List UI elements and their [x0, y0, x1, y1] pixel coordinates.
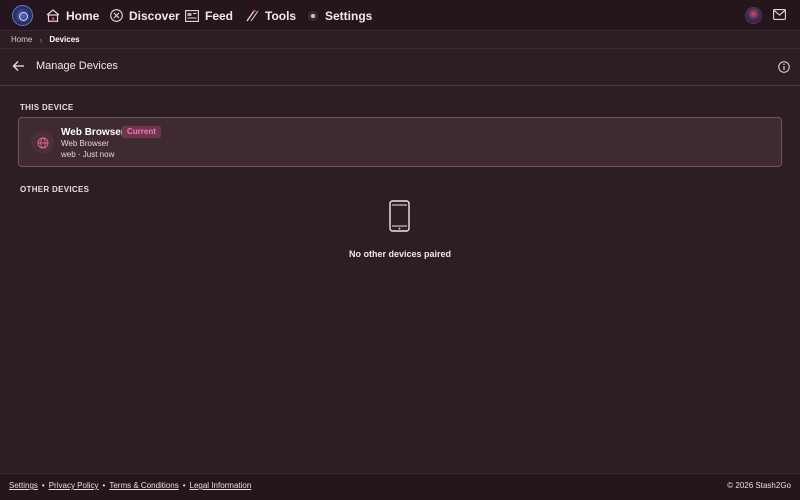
nav-item-feed[interactable]: Feed [185, 0, 233, 31]
top-nav: Home Discover Feed Tools Settings [0, 0, 800, 31]
chevron-right-icon: › [39, 34, 43, 45]
info-icon[interactable] [778, 61, 790, 73]
device-icon-container [31, 131, 54, 154]
footer-link-privacy[interactable]: Privacy Policy [49, 481, 99, 490]
breadcrumb-current: Devices [49, 35, 80, 44]
breadcrumb: Home › Devices [0, 31, 800, 49]
breadcrumb-home[interactable]: Home [11, 35, 32, 44]
footer-separator: • [182, 481, 186, 490]
footer-link-settings[interactable]: Settings [9, 481, 38, 490]
mail-icon[interactable] [773, 9, 786, 20]
page-title: Manage Devices [36, 60, 118, 72]
section-label-other-devices: OTHER DEVICES [20, 185, 90, 194]
device-name: Web Browser [61, 127, 125, 138]
footer-link-legal[interactable]: Legal Information [190, 481, 252, 490]
current-badge: Current [122, 126, 161, 138]
settings-icon [308, 10, 318, 21]
avatar[interactable] [745, 7, 762, 24]
globe-icon [37, 137, 48, 148]
footer: Settings • Privacy Policy • Terms & Cond… [0, 473, 800, 500]
home-icon [46, 9, 60, 22]
copyright: © 2026 Stash2Go [727, 481, 791, 490]
empty-state-text: No other devices paired [348, 249, 452, 259]
footer-separator: • [41, 481, 45, 490]
device-type: Web Browser [61, 139, 109, 148]
nav-item-label: Home [66, 8, 100, 23]
tools-icon [246, 9, 259, 22]
phone-icon [389, 200, 410, 232]
nav-item-label: Discover [129, 8, 180, 23]
page-header: Manage Devices [0, 49, 800, 86]
nav-item-discover[interactable]: Discover [110, 0, 180, 31]
discover-icon [110, 9, 123, 22]
device-last-seen: web · Just now [61, 150, 115, 159]
app-logo[interactable] [12, 5, 33, 26]
current-device-card: Web Browser Current Web Browser web · Ju… [18, 117, 782, 167]
section-label-this-device: THIS DEVICE [20, 103, 74, 112]
nav-item-tools[interactable]: Tools [246, 0, 296, 31]
footer-link-terms[interactable]: Terms & Conditions [109, 481, 178, 490]
nav-item-label: Tools [265, 8, 297, 23]
feed-icon [185, 9, 199, 22]
nav-item-settings[interactable]: Settings [308, 0, 372, 31]
back-arrow-icon[interactable] [12, 60, 25, 72]
footer-links: Settings • Privacy Policy • Terms & Cond… [9, 481, 251, 490]
nav-item-label: Feed [205, 8, 234, 23]
footer-separator: • [102, 481, 106, 490]
nav-item-home[interactable]: Home [46, 0, 99, 31]
nav-item-label: Settings [325, 8, 373, 23]
